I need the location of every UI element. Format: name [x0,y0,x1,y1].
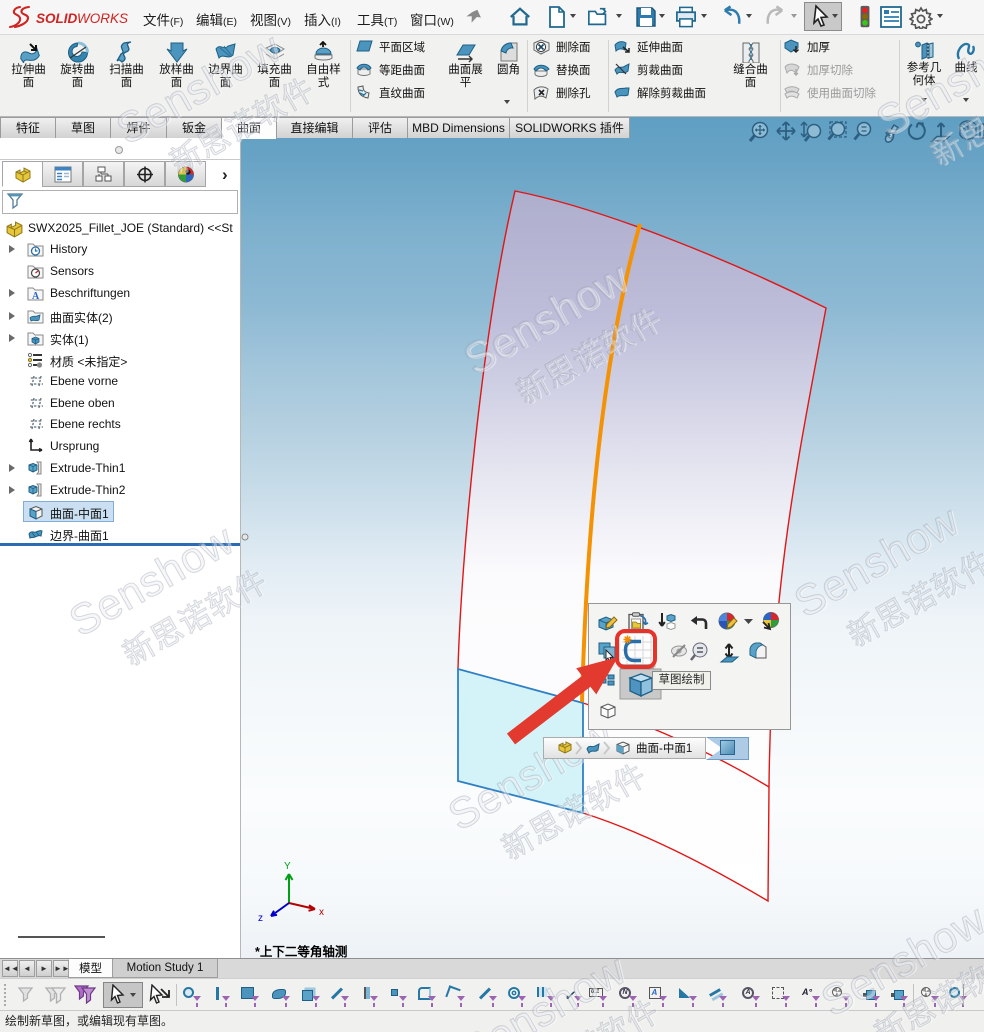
svg-text:曲面-中面1: 曲面-中面1 [636,742,692,755]
svg-text:SOLID: SOLID [36,11,78,26]
svg-text:WORKS: WORKS [77,11,128,26]
svg-text:A: A [32,291,40,301]
